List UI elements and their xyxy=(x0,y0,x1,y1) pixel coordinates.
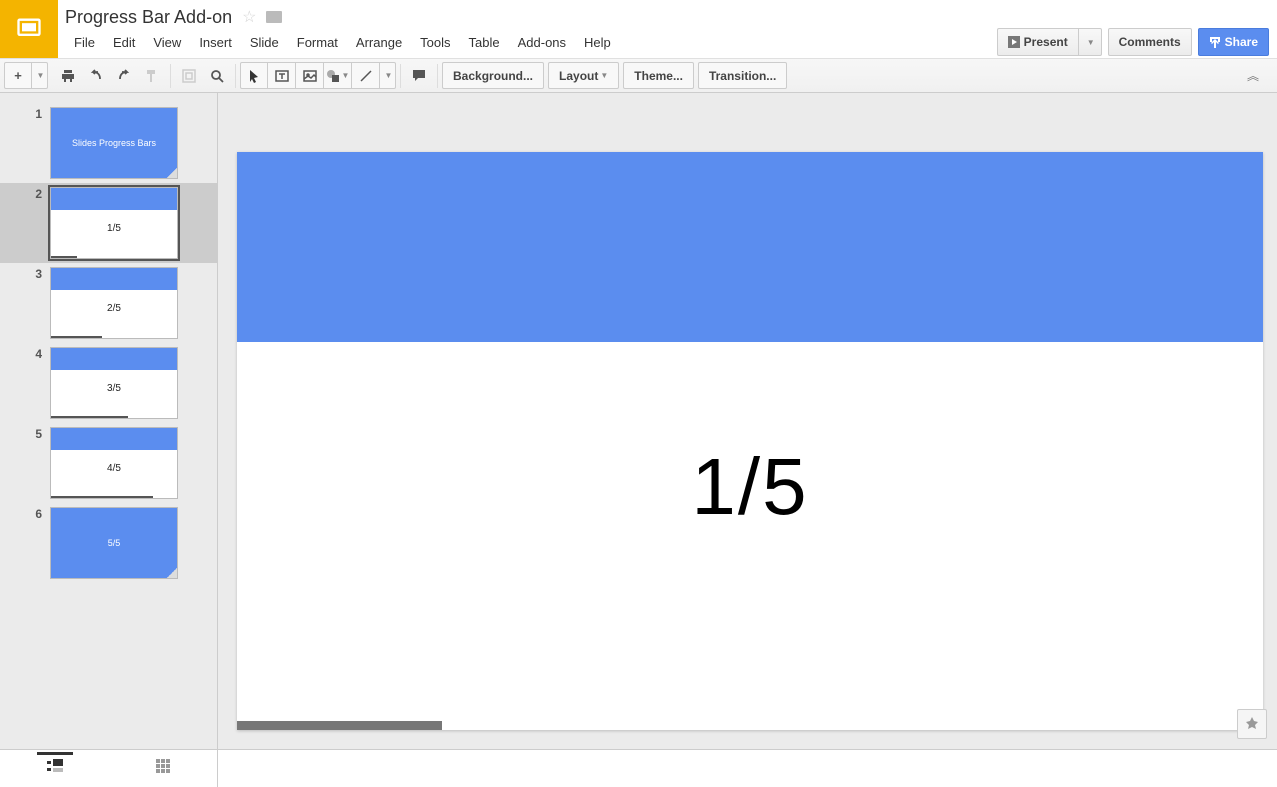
slide-panel: 1Slides Progress Bars21/532/543/554/565/… xyxy=(0,93,218,749)
slide-thumbnail[interactable]: 32/5 xyxy=(0,263,217,343)
menu-edit[interactable]: Edit xyxy=(105,31,143,54)
thumb-number: 5 xyxy=(0,427,50,441)
thumb-number: 2 xyxy=(0,187,50,201)
toolbar: + ▼ ▼ ▼ Background... Layout▼ Theme... T… xyxy=(0,58,1277,93)
undo-button[interactable] xyxy=(82,62,110,89)
theme-button[interactable]: Theme... xyxy=(623,62,694,89)
layout-label: Layout xyxy=(559,69,598,83)
thumb-preview: Slides Progress Bars xyxy=(50,107,178,179)
select-tool[interactable] xyxy=(240,62,268,89)
menu-view[interactable]: View xyxy=(145,31,189,54)
slide-thumbnail[interactable]: 54/5 xyxy=(0,423,217,503)
doc-title[interactable]: Progress Bar Add-on xyxy=(65,7,232,28)
menu-add-ons[interactable]: Add-ons xyxy=(510,31,574,54)
new-slide-button[interactable]: + xyxy=(4,62,32,89)
menu-insert[interactable]: Insert xyxy=(191,31,240,54)
grid-view-button[interactable] xyxy=(136,753,190,784)
comments-label: Comments xyxy=(1119,35,1181,49)
paint-format-button[interactable] xyxy=(138,62,166,89)
thumb-number: 6 xyxy=(0,507,50,521)
thumb-preview: 4/5 xyxy=(50,427,178,499)
background-button[interactable]: Background... xyxy=(442,62,544,89)
thumb-number: 1 xyxy=(0,107,50,121)
thumb-number: 3 xyxy=(0,267,50,281)
collapse-toolbar-icon[interactable]: ︽ xyxy=(1233,67,1273,84)
folder-icon[interactable] xyxy=(266,11,282,23)
share-button[interactable]: Share xyxy=(1198,28,1269,56)
thumb-number: 4 xyxy=(0,347,50,361)
redo-button[interactable] xyxy=(110,62,138,89)
menu-format[interactable]: Format xyxy=(289,31,346,54)
menu-file[interactable]: File xyxy=(66,31,103,54)
menu-help[interactable]: Help xyxy=(576,31,619,54)
footer xyxy=(0,749,1277,787)
present-label: Present xyxy=(1024,35,1068,49)
present-button[interactable]: Present xyxy=(997,28,1078,56)
line-tool[interactable] xyxy=(352,62,380,89)
thumb-preview: 5/5 xyxy=(50,507,178,579)
slide-progress-bar xyxy=(237,721,442,730)
slides-logo[interactable] xyxy=(0,0,58,58)
zoom-button[interactable] xyxy=(203,62,231,89)
slide-thumbnail[interactable]: 43/5 xyxy=(0,343,217,423)
present-dropdown[interactable]: ▼ xyxy=(1078,28,1102,56)
thumb-preview: 3/5 xyxy=(50,347,178,419)
slide-thumbnail[interactable]: 21/5 xyxy=(0,183,217,263)
current-slide[interactable]: 1/5 xyxy=(237,152,1263,730)
print-button[interactable] xyxy=(54,62,82,89)
thumb-preview: 2/5 xyxy=(50,267,178,339)
menu-arrange[interactable]: Arrange xyxy=(348,31,410,54)
comments-button[interactable]: Comments xyxy=(1108,28,1192,56)
explore-button[interactable] xyxy=(1237,709,1267,739)
line-dropdown[interactable]: ▼ xyxy=(380,62,396,89)
shape-tool[interactable]: ▼ xyxy=(324,62,352,89)
layout-button[interactable]: Layout▼ xyxy=(548,62,619,89)
share-label: Share xyxy=(1225,35,1258,49)
image-tool[interactable] xyxy=(296,62,324,89)
canvas-area: 1/5 xyxy=(218,93,1277,749)
thumb-preview: 1/5 xyxy=(50,187,178,259)
slide-thumbnail[interactable]: 1Slides Progress Bars xyxy=(0,103,217,183)
slide-text: 1/5 xyxy=(237,441,1263,533)
slide-thumbnail[interactable]: 65/5 xyxy=(0,503,217,583)
slide-blue-band xyxy=(237,152,1263,342)
menu-tools[interactable]: Tools xyxy=(412,31,458,54)
star-icon[interactable]: ☆ xyxy=(242,7,256,27)
textbox-tool[interactable] xyxy=(268,62,296,89)
comment-tool[interactable] xyxy=(405,62,433,89)
menu-table[interactable]: Table xyxy=(461,31,508,54)
menu-slide[interactable]: Slide xyxy=(242,31,287,54)
new-slide-dropdown[interactable]: ▼ xyxy=(32,62,48,89)
zoom-fit-button[interactable] xyxy=(175,62,203,89)
transition-button[interactable]: Transition... xyxy=(698,62,787,89)
filmstrip-view-button[interactable] xyxy=(27,753,83,784)
